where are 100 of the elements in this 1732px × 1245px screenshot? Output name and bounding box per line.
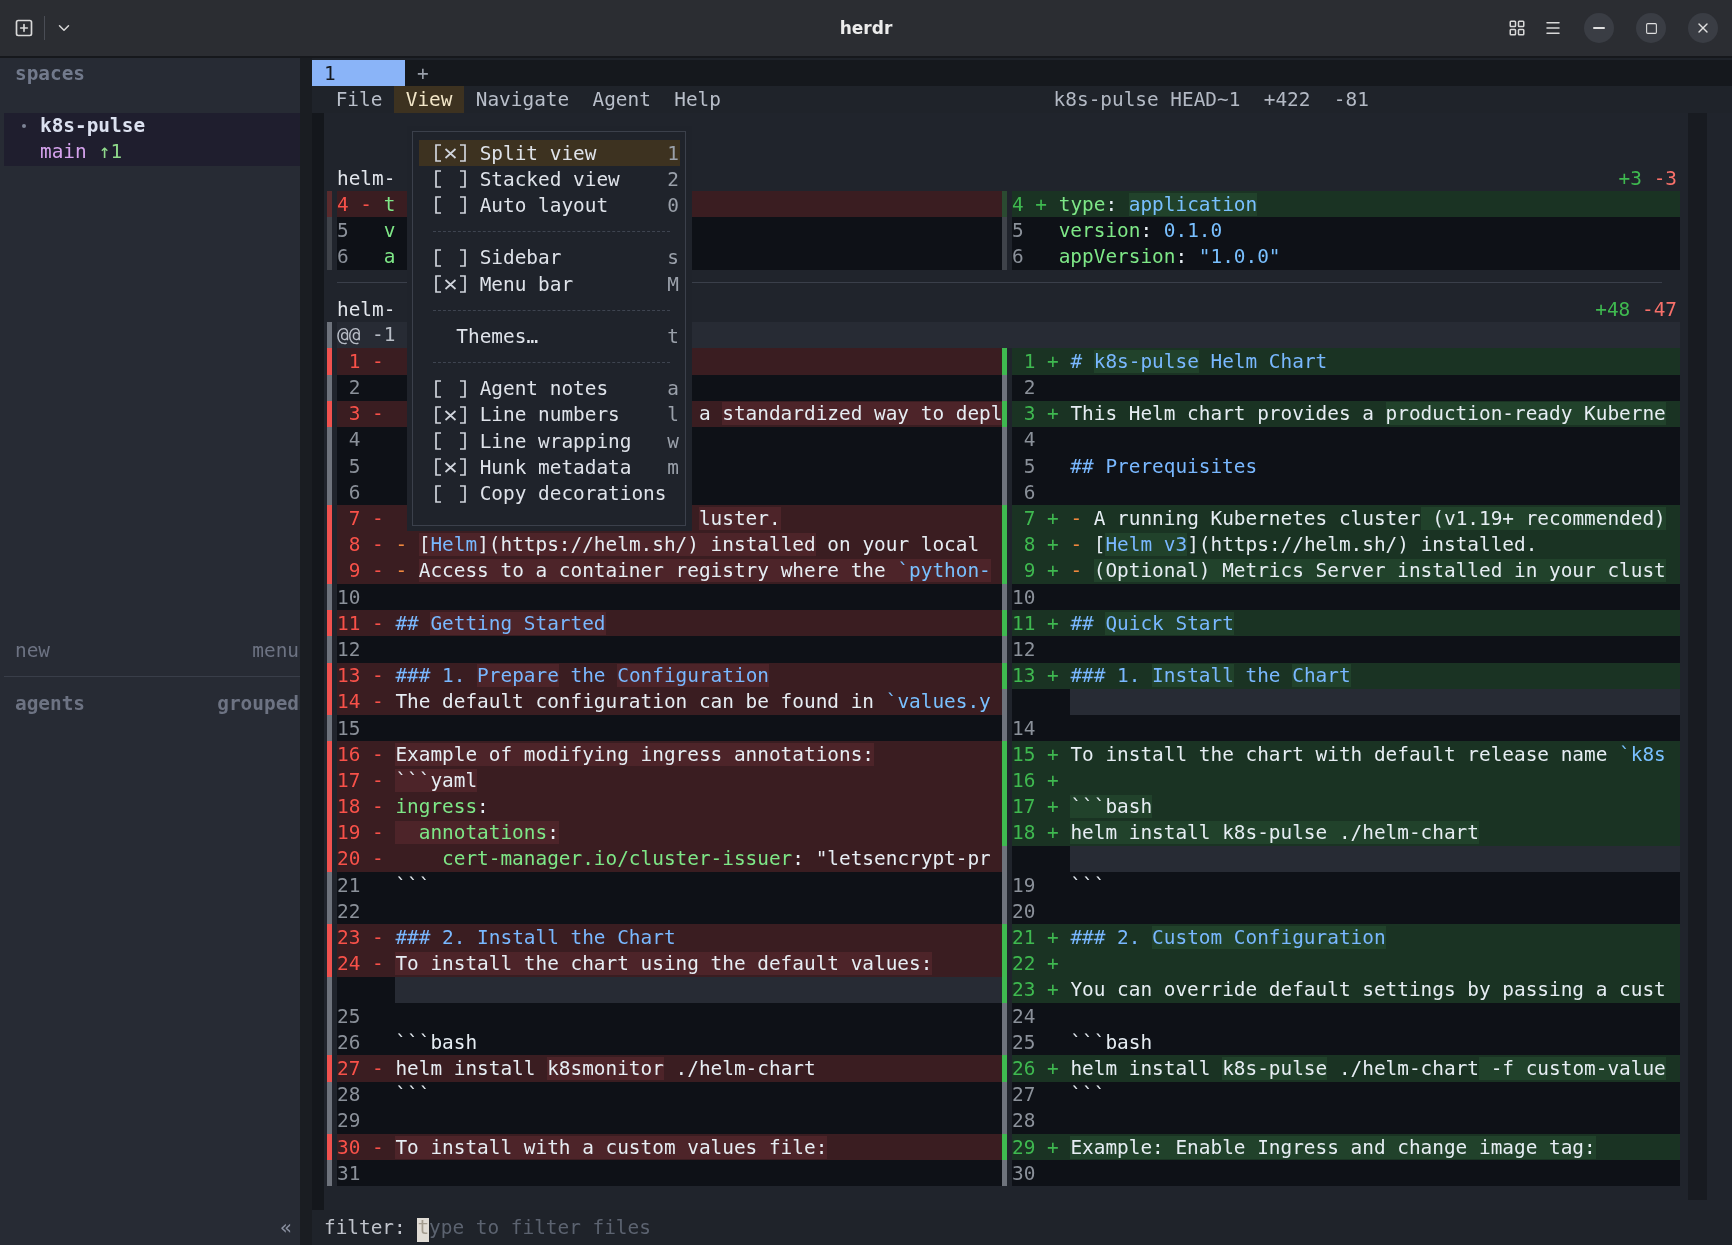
new-tab-button[interactable]: +	[405, 60, 439, 86]
diff-sign: +	[1047, 559, 1059, 583]
line-number: 12	[337, 637, 361, 661]
diff-sign: +	[1047, 402, 1059, 426]
line-number: 15	[1012, 742, 1036, 766]
workspace-item[interactable]: k8s-pulse main ↑1	[4, 113, 300, 166]
menu-option[interactable]: Stacked view 2	[419, 166, 680, 193]
line-number: 3	[1022, 402, 1036, 426]
line-number: 28	[1012, 1109, 1036, 1133]
maximize-button[interactable]	[1636, 13, 1666, 43]
line-number: 1	[1022, 349, 1036, 373]
removed-total: -81	[1333, 88, 1369, 111]
line-number: 12	[1012, 637, 1036, 661]
line-number: 22	[1012, 952, 1036, 976]
line-number: 23	[1012, 978, 1036, 1002]
diff-sign: +	[1047, 664, 1059, 688]
checkbox[interactable]	[433, 378, 468, 399]
line-number: 10	[1012, 585, 1036, 609]
line-number: 27	[1012, 1083, 1036, 1107]
menu-option[interactable]: Line numbers l	[419, 401, 680, 429]
line-number: 27	[337, 1056, 361, 1080]
menu-option[interactable]: Sidebar s	[419, 244, 680, 271]
checkbox[interactable]	[433, 483, 468, 504]
file-name[interactable]: helm-	[337, 297, 396, 321]
diff-sign: +	[1047, 742, 1059, 766]
line-number: 4	[1022, 428, 1036, 452]
code-text: This Helm chart provides a production-ready Kuberne	[1070, 402, 1666, 426]
code-text: The default configuration can be found in `values.y	[395, 690, 991, 714]
menu-item[interactable]: Navigate	[464, 86, 581, 113]
line-number: 5	[337, 218, 349, 242]
code-text: helm install k8s-pulse ./helm-chart -f custom-value	[1070, 1056, 1666, 1080]
code-text: ## Quick Start	[1070, 611, 1234, 635]
file-name[interactable]: helm-	[337, 166, 396, 190]
code-text: helm install k8s-pulse ./helm-chart	[1070, 821, 1479, 845]
menu-option[interactable]: Agent notes a	[419, 375, 680, 402]
code-text: cert-manager.io/cluster-issuer: "letsencrypt-pr	[441, 847, 991, 871]
window-title: herdr	[839, 18, 893, 38]
minimize-button[interactable]	[1584, 13, 1614, 43]
menu-item[interactable]: Agent	[580, 86, 663, 113]
diff-sign: +	[1047, 1056, 1059, 1080]
checkbox[interactable]	[433, 431, 468, 452]
code-text: - [Helm v3](https://helm.sh/) installed.	[1070, 533, 1538, 557]
diff-sign: -	[372, 402, 384, 426]
menu-item[interactable]: File	[324, 86, 395, 113]
code-text: To install the chart using the default values:	[395, 952, 933, 976]
tab[interactable]: 1	[312, 60, 405, 86]
code-text: ```	[1070, 1083, 1106, 1107]
checkbox[interactable]	[433, 404, 468, 425]
diff-sign: -	[372, 664, 384, 688]
line-number: 4	[347, 428, 361, 452]
line-number: 11	[1012, 611, 1036, 635]
code-text: ```yaml	[395, 768, 478, 792]
checkbox[interactable]	[433, 457, 468, 478]
line-number: 15	[337, 716, 361, 740]
line-number: 18	[1012, 821, 1036, 845]
code-text: ```bash	[1070, 795, 1153, 819]
diff-sign: -	[372, 1135, 384, 1159]
menu-option[interactable]: Themes… t	[419, 323, 680, 350]
checkbox[interactable]	[433, 274, 468, 295]
diff-sign: -	[372, 533, 384, 557]
sidebar-heading: spaces	[14, 61, 87, 87]
checkbox[interactable]	[433, 143, 468, 164]
code-text: ### 1. Prepare the Configuration	[395, 664, 769, 688]
diff-sign: +	[1047, 611, 1059, 635]
square-plus-icon[interactable]	[14, 18, 34, 38]
menu-option[interactable]: Split view 1	[419, 140, 680, 167]
close-button[interactable]	[1688, 13, 1718, 43]
menu-option[interactable]: Copy decorations	[419, 480, 680, 507]
removed-count: -3	[1653, 166, 1677, 190]
added-total: +422	[1263, 88, 1311, 111]
line-number: 26	[1012, 1056, 1036, 1080]
line-number: 30	[1012, 1161, 1036, 1185]
menu-option[interactable]: Line wrapping w	[419, 428, 680, 455]
grid-icon[interactable]	[1508, 19, 1526, 37]
code-text: - A running Kubernetes cluster (v1.19+ recommended)	[1070, 507, 1666, 531]
line-number: 13	[1012, 664, 1036, 688]
menu-icon[interactable]	[1544, 19, 1562, 37]
diff-sign: -	[360, 192, 373, 216]
checkbox[interactable]	[433, 169, 468, 190]
checkbox[interactable]	[433, 195, 468, 216]
menu-option[interactable]: Menu bar M	[419, 270, 680, 298]
code-text: To install the chart with default release name `k8s	[1070, 742, 1666, 766]
line-number: 31	[337, 1161, 361, 1185]
minimize-icon	[1593, 27, 1605, 29]
collapse-button[interactable]: «	[276, 1216, 296, 1239]
code-text: ### 2. Install the Chart	[395, 926, 676, 950]
bullet-icon	[22, 124, 26, 129]
menu-option[interactable]: Auto layout 0	[419, 192, 680, 219]
menu-item[interactable]: View	[394, 86, 465, 113]
code-text: To install with a custom values file:	[395, 1135, 828, 1159]
line-number: 19	[337, 821, 361, 845]
ahead-count: ↑1	[98, 139, 123, 166]
line-number: 21	[337, 873, 361, 897]
code-text: ```	[1070, 873, 1106, 897]
checkbox[interactable]	[433, 247, 468, 268]
line-number: 25	[337, 1004, 361, 1028]
menu-option[interactable]: Hunk metadata m	[419, 454, 680, 481]
code-text: ```bash	[395, 1030, 478, 1054]
menu-item[interactable]: Help	[662, 86, 733, 113]
code-text: helm install k8smonitor ./helm-chart	[395, 1056, 816, 1080]
